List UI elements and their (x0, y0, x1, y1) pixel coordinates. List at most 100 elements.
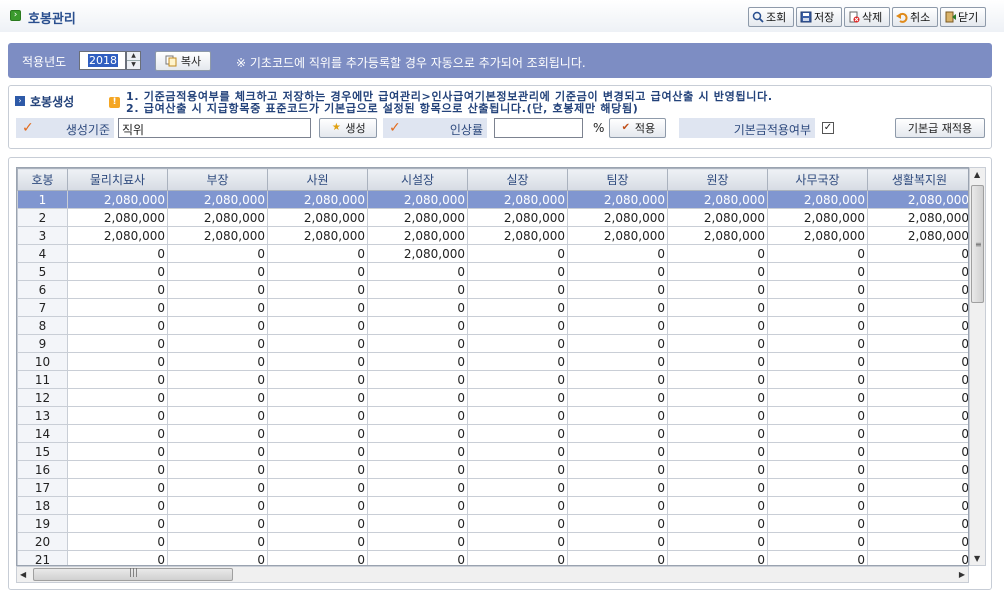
column-header[interactable]: 사원 (267, 168, 368, 191)
basis-input[interactable]: 직위 (118, 118, 311, 138)
amount-cell[interactable]: 0 (67, 442, 168, 461)
save-button[interactable]: 저장 (796, 7, 842, 27)
amount-cell[interactable]: 0 (767, 298, 868, 317)
amount-cell[interactable]: 0 (67, 460, 168, 479)
row-number-cell[interactable]: 12 (17, 388, 68, 407)
amount-cell[interactable]: 0 (167, 550, 268, 565)
amount-cell[interactable]: 0 (867, 370, 968, 389)
row-number-cell[interactable]: 6 (17, 280, 68, 299)
amount-cell[interactable]: 2,080,000 (767, 226, 868, 245)
amount-cell[interactable]: 0 (67, 352, 168, 371)
row-number-cell[interactable]: 13 (17, 406, 68, 425)
amount-cell[interactable]: 0 (567, 478, 668, 497)
amount-cell[interactable]: 0 (467, 262, 568, 281)
amount-cell[interactable]: 0 (267, 244, 368, 263)
amount-cell[interactable]: 0 (767, 316, 868, 335)
column-header[interactable]: 실장 (467, 168, 568, 191)
amount-cell[interactable]: 0 (367, 514, 468, 533)
amount-cell[interactable]: 0 (767, 442, 868, 461)
horizontal-scroll-thumb[interactable]: ||| (33, 568, 233, 581)
amount-cell[interactable]: 0 (767, 424, 868, 443)
table-row[interactable]: 2 2,080,000 2,080,000 2,080,000 2,080,000 2,0… (17, 208, 968, 227)
row-number-cell[interactable]: 1 (17, 190, 68, 209)
amount-cell[interactable]: 0 (267, 514, 368, 533)
apply-button[interactable]: ✔ 적용 (609, 118, 666, 138)
amount-cell[interactable]: 2,080,000 (367, 244, 468, 263)
amount-cell[interactable]: 0 (567, 316, 668, 335)
amount-cell[interactable]: 0 (67, 532, 168, 551)
amount-cell[interactable]: 0 (167, 280, 268, 299)
amount-cell[interactable]: 0 (67, 424, 168, 443)
amount-cell[interactable]: 0 (867, 316, 968, 335)
amount-cell[interactable]: 0 (767, 280, 868, 299)
table-row[interactable]: 16 0 0 0 0 0 0 0 0 0 (17, 460, 968, 479)
row-number-cell[interactable]: 14 (17, 424, 68, 443)
amount-cell[interactable]: 0 (667, 478, 768, 497)
amount-cell[interactable]: 0 (367, 388, 468, 407)
amount-cell[interactable]: 0 (167, 406, 268, 425)
vertical-scrollbar[interactable]: ▲ ≡ ▼ (969, 167, 986, 566)
amount-cell[interactable]: 2,080,000 (567, 226, 668, 245)
amount-cell[interactable]: 0 (867, 478, 968, 497)
amount-cell[interactable]: 0 (767, 406, 868, 425)
row-number-cell[interactable]: 8 (17, 316, 68, 335)
table-row[interactable]: 20 0 0 0 0 0 0 0 0 0 (17, 532, 968, 551)
row-number-cell[interactable]: 18 (17, 496, 68, 515)
amount-cell[interactable]: 0 (367, 262, 468, 281)
amount-cell[interactable]: 0 (267, 262, 368, 281)
row-number-cell[interactable]: 5 (17, 262, 68, 281)
amount-cell[interactable]: 2,080,000 (667, 226, 768, 245)
amount-cell[interactable]: 0 (467, 280, 568, 299)
table-row[interactable]: 19 0 0 0 0 0 0 0 0 0 (17, 514, 968, 533)
table-row[interactable]: 4 0 0 0 2,080,000 0 0 0 0 0 (17, 244, 968, 263)
amount-cell[interactable]: 0 (767, 532, 868, 551)
row-number-cell[interactable]: 11 (17, 370, 68, 389)
amount-cell[interactable]: 0 (667, 460, 768, 479)
table-row[interactable]: 5000000000 (17, 262, 968, 281)
row-number-cell[interactable]: 2 (17, 208, 68, 227)
amount-cell[interactable]: 0 (467, 370, 568, 389)
amount-cell[interactable]: 0 (867, 388, 968, 407)
amount-cell[interactable]: 2,080,000 (267, 190, 368, 209)
amount-cell[interactable]: 0 (767, 460, 868, 479)
amount-cell[interactable]: 2,080,000 (67, 226, 168, 245)
amount-cell[interactable]: 2,080,000 (367, 226, 468, 245)
table-row[interactable]: 21 0 0 0 0 0 0 0 0 0 (17, 550, 968, 565)
spin-down-icon[interactable]: ▼ (127, 60, 140, 68)
amount-cell[interactable]: 0 (367, 352, 468, 371)
amount-cell[interactable]: 0 (667, 298, 768, 317)
amount-cell[interactable]: 0 (67, 316, 168, 335)
table-row[interactable]: 17 0 0 0 0 0 0 0 0 0 (17, 478, 968, 497)
column-header[interactable]: 시설장 (367, 168, 468, 191)
table-row[interactable]: 12 0 0 0 0 0 0 0 0 0 (17, 388, 968, 407)
amount-cell[interactable]: 0 (667, 424, 768, 443)
amount-cell[interactable]: 0 (67, 514, 168, 533)
amount-cell[interactable]: 0 (367, 370, 468, 389)
row-number-cell[interactable]: 10 (17, 352, 68, 371)
amount-cell[interactable]: 0 (767, 334, 868, 353)
amount-cell[interactable]: 0 (567, 370, 668, 389)
generate-button[interactable]: ★ 생성 (319, 118, 377, 138)
amount-cell[interactable]: 0 (667, 370, 768, 389)
amount-cell[interactable]: 0 (867, 352, 968, 371)
amount-cell[interactable]: 0 (267, 460, 368, 479)
column-header[interactable]: 사무국장 (767, 168, 868, 191)
column-header[interactable]: 팀장 (567, 168, 668, 191)
amount-cell[interactable]: 0 (667, 496, 768, 515)
amount-cell[interactable]: 0 (67, 370, 168, 389)
amount-cell[interactable]: 0 (867, 244, 968, 263)
amount-cell[interactable]: 2,080,000 (167, 226, 268, 245)
year-input[interactable]: 2018 (79, 51, 126, 70)
base-apply-checkbox[interactable]: ✓ (822, 122, 834, 134)
amount-cell[interactable]: 0 (667, 532, 768, 551)
amount-cell[interactable]: 0 (467, 388, 568, 407)
amount-cell[interactable]: 0 (467, 316, 568, 335)
amount-cell[interactable]: 0 (167, 442, 268, 461)
amount-cell[interactable]: 0 (67, 478, 168, 497)
amount-cell[interactable]: 0 (767, 496, 868, 515)
amount-cell[interactable]: 0 (267, 442, 368, 461)
amount-cell[interactable]: 0 (767, 352, 868, 371)
amount-cell[interactable]: 0 (167, 478, 268, 497)
search-button[interactable]: 조회 (748, 7, 794, 27)
amount-cell[interactable]: 0 (67, 334, 168, 353)
